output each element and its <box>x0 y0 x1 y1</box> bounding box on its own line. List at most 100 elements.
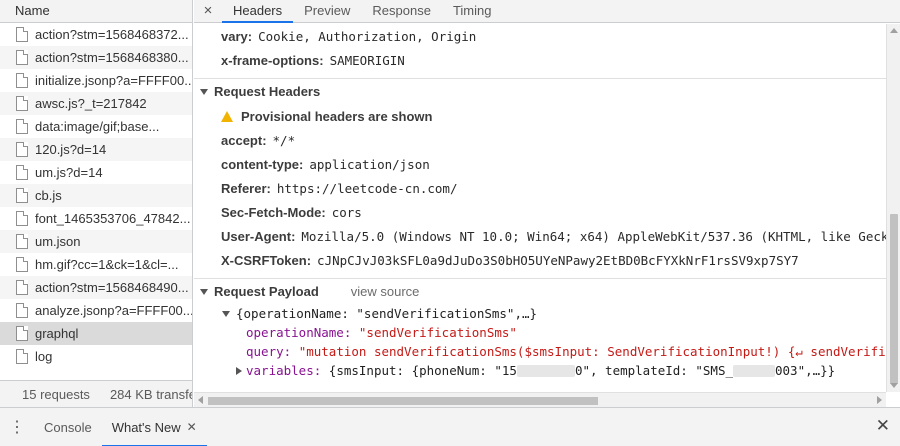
header-value: cJNpCJvJ03kSFL0a9dJuDo3S0bHO5UYeNPawy2Et… <box>317 252 799 268</box>
request-row[interactable]: font_1465353706_47842... <box>0 207 192 230</box>
request-row[interactable]: data:image/gif;base... <box>0 115 192 138</box>
header-value: SAMEORIGIN <box>329 52 405 68</box>
payload-key: operationName: <box>246 325 352 340</box>
drawer-tab-label: What's New <box>111 419 181 435</box>
close-drawer-icon[interactable]: ✕ <box>876 416 890 436</box>
header-value: Mozilla/5.0 (Windows NT 10.0; Win64; x64… <box>301 228 886 244</box>
tab-headers[interactable]: Headers <box>222 0 294 23</box>
header-row: User-Agent: Mozilla/5.0 (Windows NT 10.0… <box>194 224 886 248</box>
drawer-tab-whats-new[interactable]: What's New ✕ <box>101 408 207 446</box>
view-source-link[interactable]: view source <box>351 284 420 299</box>
request-row[interactable]: um.json <box>0 230 192 253</box>
header-row: Referer: https://leetcode-cn.com/ <box>194 176 886 200</box>
request-name: action?stm=1568468372... <box>35 27 189 42</box>
collapse-arrow-icon <box>236 366 242 375</box>
request-row[interactable]: awsc.js?_t=217842 <box>0 92 192 115</box>
payload-summary: {operationName: "sendVerificationSms",…} <box>236 306 538 321</box>
scroll-left-icon[interactable] <box>198 396 203 404</box>
section-title: Request Payload <box>214 284 319 299</box>
bottom-drawer: ⋮ Console What's New ✕ ✕ <box>0 407 900 446</box>
file-icon <box>16 119 28 134</box>
request-row[interactable]: action?stm=1568468372... <box>0 23 192 46</box>
request-row[interactable]: initialize.jsonp?a=FFFF00... <box>0 69 192 92</box>
header-value: application/json <box>309 156 430 172</box>
expand-arrow-icon <box>222 310 230 317</box>
drawer-tab-console[interactable]: Console <box>34 408 102 446</box>
request-name: font_1465353706_47842... <box>35 211 191 226</box>
header-key: User-Agent: <box>221 228 296 244</box>
request-row[interactable]: log <box>0 345 192 368</box>
file-icon <box>16 257 28 272</box>
payload-value-part: {smsInput: {phoneNum: "15 <box>328 363 517 378</box>
request-row[interactable]: action?stm=1568468490... <box>0 276 192 299</box>
request-row-selected[interactable]: graphql <box>0 322 192 345</box>
file-icon <box>16 142 28 157</box>
payload-key: variables: <box>246 363 322 378</box>
scroll-right-icon[interactable] <box>877 396 882 404</box>
request-payload-section-toggle[interactable]: Request Payload view source <box>194 278 886 304</box>
scroll-down-icon[interactable] <box>890 383 898 388</box>
network-status-bar: 15 requests 284 KB transfe <box>0 380 192 407</box>
tab-preview[interactable]: Preview <box>293 0 361 22</box>
file-icon <box>16 211 28 226</box>
headers-content: vary: Cookie, Authorization, Origin x-fr… <box>194 24 886 392</box>
drawer-menu-icon[interactable]: ⋮ <box>0 417 34 437</box>
payload-value-part: 0", templateId: "SMS_ <box>574 363 733 378</box>
request-headers-section-toggle[interactable]: Request Headers <box>194 78 886 104</box>
header-key: x-frame-options: <box>221 52 324 68</box>
file-icon <box>16 326 28 341</box>
payload-root[interactable]: {operationName: "sendVerificationSms",…} <box>194 304 886 323</box>
request-list-panel: Name action?stm=1568468372... action?stm… <box>0 0 193 407</box>
warning-text: Provisional headers are shown <box>241 108 433 124</box>
provisional-warning: Provisional headers are shown <box>194 104 886 128</box>
redacted-block <box>733 364 775 377</box>
header-value: https://leetcode-cn.com/ <box>276 180 458 196</box>
request-name: 120.js?d=14 <box>35 142 107 157</box>
request-name: um.js?d=14 <box>35 165 103 180</box>
scroll-up-icon[interactable] <box>890 28 898 33</box>
request-row[interactable]: analyze.jsonp?a=FFFF00... <box>0 299 192 322</box>
tab-timing[interactable]: Timing <box>442 0 503 22</box>
request-name: action?stm=1568468380... <box>35 50 189 65</box>
horizontal-scrollbar[interactable] <box>194 392 886 407</box>
header-key: X-CSRFToken: <box>221 252 312 268</box>
request-row[interactable]: 120.js?d=14 <box>0 138 192 161</box>
vertical-scroll-thumb[interactable] <box>890 214 898 384</box>
close-tab-icon[interactable]: ✕ <box>187 420 197 434</box>
header-key: Sec-Fetch-Mode: <box>221 204 326 220</box>
file-icon <box>16 303 28 318</box>
redacted-block <box>516 364 575 377</box>
file-icon <box>16 50 28 65</box>
header-value: cors <box>331 204 362 220</box>
request-name: log <box>35 349 53 364</box>
request-name: hm.gif?cc=1&ck=1&cl=... <box>35 257 179 272</box>
transfer-size: 284 KB transfe <box>109 386 192 402</box>
header-row: Sec-Fetch-Mode: cors <box>194 200 886 224</box>
payload-value: "mutation sendVerificationSms($smsInput:… <box>298 344 886 359</box>
request-row[interactable]: cb.js <box>0 184 192 207</box>
file-icon <box>16 165 28 180</box>
payload-value-part: 003",…}} <box>775 363 836 378</box>
request-name: um.json <box>35 234 81 249</box>
header-key: Referer: <box>221 180 271 196</box>
warning-icon <box>221 110 233 122</box>
payload-field-variables[interactable]: variables: {smsInput: {phoneNum: "15 0", … <box>194 361 886 380</box>
details-tabbar: × Headers Preview Response Timing <box>194 0 900 23</box>
request-row[interactable]: action?stm=1568468380... <box>0 46 192 69</box>
vertical-scrollbar[interactable] <box>886 24 900 392</box>
file-icon <box>16 349 28 364</box>
close-details-icon[interactable]: × <box>194 0 222 22</box>
request-name: cb.js <box>35 188 62 203</box>
name-column-header[interactable]: Name <box>0 0 192 23</box>
drawer-tab-label: Console <box>44 419 92 435</box>
horizontal-scroll-thumb[interactable] <box>208 397 598 405</box>
file-icon <box>16 188 28 203</box>
header-value: Cookie, Authorization, Origin <box>258 28 477 44</box>
tab-response[interactable]: Response <box>361 0 442 22</box>
header-row: vary: Cookie, Authorization, Origin <box>194 24 886 48</box>
file-icon <box>16 234 28 249</box>
request-row[interactable]: um.js?d=14 <box>0 161 192 184</box>
expand-arrow-icon <box>200 288 208 295</box>
request-name: data:image/gif;base... <box>35 119 160 134</box>
request-row[interactable]: hm.gif?cc=1&ck=1&cl=... <box>0 253 192 276</box>
